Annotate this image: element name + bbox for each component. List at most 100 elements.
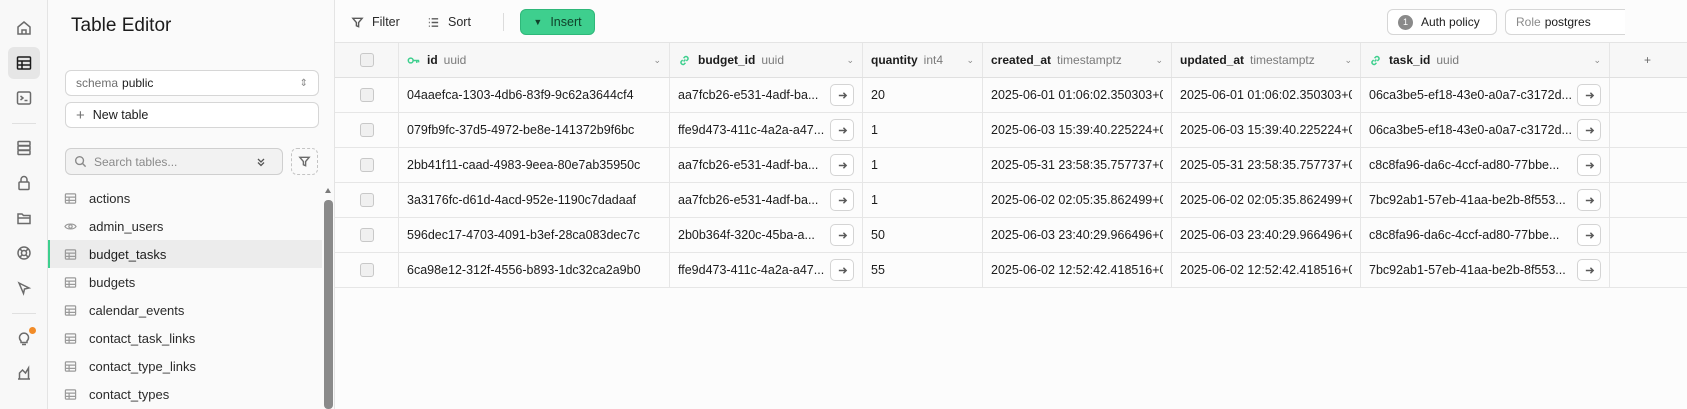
row-checkbox[interactable] <box>359 88 374 102</box>
column-header-id[interactable]: id uuid ⌄ <box>399 43 670 77</box>
advisors-icon[interactable] <box>8 322 40 354</box>
cell-task-id[interactable]: 06ca3be5-ef18-43e0-a0a7-c3172d... <box>1361 113 1610 147</box>
column-header-updated-at[interactable]: updated_at timestamptz ⌄ <box>1172 43 1361 77</box>
row-checkbox[interactable] <box>359 123 374 137</box>
cell-task-id[interactable]: 7bc92ab1-57eb-41aa-be2b-8f553... <box>1361 253 1610 287</box>
cell-id[interactable]: 3a3176fc-d61d-4acd-952e-1190c7dadaaf <box>399 183 670 217</box>
sort-button[interactable]: Sort <box>427 11 471 33</box>
cell-updated-at[interactable]: 2025-06-02 12:52:42.418516+00 <box>1172 253 1361 287</box>
foreign-key-link-button[interactable] <box>830 224 854 246</box>
foreign-key-link-button[interactable] <box>830 84 854 106</box>
cell-budget-id[interactable]: ffe9d473-411c-4a2a-a47... <box>670 253 863 287</box>
cell-budget-id[interactable]: aa7fcb26-e531-4adf-ba... <box>670 148 863 182</box>
cell-budget-id[interactable]: aa7fcb26-e531-4adf-ba... <box>670 78 863 112</box>
sidebar-table-item[interactable]: contact_type_links <box>48 352 322 380</box>
sidebar-table-item[interactable]: contact_types <box>48 380 322 408</box>
cell-id[interactable]: 596dec17-4703-4091-b3ef-28ca083dec7c <box>399 218 670 252</box>
sql-editor-icon[interactable] <box>8 82 40 114</box>
search-tables-input[interactable]: Search tables... <box>65 148 283 175</box>
table-row[interactable]: 04aaefca-1303-4db6-83f9-9c62a3644cf4 aa7f… <box>335 78 1687 113</box>
schema-select[interactable]: schema public ⇕ <box>65 70 319 96</box>
column-header-created-at[interactable]: created_at timestamptz ⌄ <box>983 43 1172 77</box>
sidebar-scrollbar[interactable] <box>324 184 333 409</box>
cell-budget-id[interactable]: ffe9d473-411c-4a2a-a47... <box>670 113 863 147</box>
sidebar-table-item[interactable]: admin_users <box>48 212 322 240</box>
insert-button[interactable]: ▼ Insert <box>520 9 595 35</box>
cell-updated-at[interactable]: 2025-06-01 01:06:02.350303+00 <box>1172 78 1361 112</box>
cell-created-at[interactable]: 2025-06-02 12:52:42.418516+00 <box>983 253 1172 287</box>
auth-icon[interactable] <box>8 167 40 199</box>
row-checkbox[interactable] <box>359 263 374 277</box>
sidebar-table-item[interactable]: budget_tasks <box>48 240 322 268</box>
realtime-icon[interactable] <box>8 237 40 269</box>
foreign-key-link-button[interactable] <box>1577 154 1601 176</box>
cell-updated-at[interactable]: 2025-06-03 15:39:40.225224+00 <box>1172 113 1361 147</box>
table-row[interactable]: 2bb41f11-caad-4983-9eea-80e7ab35950c aa7f… <box>335 148 1687 183</box>
auth-policy-button[interactable]: 1 Auth policy <box>1387 9 1497 35</box>
cell-quantity[interactable]: 1 <box>863 113 983 147</box>
foreign-key-link-button[interactable] <box>830 259 854 281</box>
table-row[interactable]: 6ca98e12-312f-4556-b893-1dc32ca2a9b0 ffe9… <box>335 253 1687 288</box>
cell-quantity[interactable]: 20 <box>863 78 983 112</box>
database-icon[interactable] <box>8 132 40 164</box>
chevron-down-icon[interactable]: ⌄ <box>1155 55 1163 66</box>
foreign-key-link-button[interactable] <box>830 119 854 141</box>
filter-tables-button[interactable] <box>291 148 318 175</box>
column-header-task-id[interactable]: task_id uuid ⌄ <box>1361 43 1610 77</box>
cell-task-id[interactable]: c8c8fa96-da6c-4ccf-ad80-77bbe... <box>1361 218 1610 252</box>
cell-updated-at[interactable]: 2025-06-02 02:05:35.862499+00 <box>1172 183 1361 217</box>
table-row[interactable]: 079fb9fc-37d5-4972-be8e-141372b9f6bc ffe9… <box>335 113 1687 148</box>
chevron-down-icon[interactable]: ⌄ <box>846 55 854 66</box>
role-select[interactable]: Role postgres <box>1505 9 1625 35</box>
chevron-down-icon[interactable]: ⌄ <box>966 55 974 66</box>
select-all-checkbox[interactable] <box>359 53 374 67</box>
cell-created-at[interactable]: 2025-06-02 02:05:35.862499+00 <box>983 183 1172 217</box>
cell-task-id[interactable]: c8c8fa96-da6c-4ccf-ad80-77bbe... <box>1361 148 1610 182</box>
chevron-down-icon[interactable]: ⌄ <box>1344 55 1352 66</box>
foreign-key-link-button[interactable] <box>1577 189 1601 211</box>
cell-quantity[interactable]: 55 <box>863 253 983 287</box>
scroll-up-arrow[interactable] <box>325 188 331 193</box>
sidebar-table-item[interactable]: budgets <box>48 268 322 296</box>
column-header-budget-id[interactable]: budget_id uuid ⌄ <box>670 43 863 77</box>
chevron-down-icon[interactable]: ⌄ <box>653 55 661 66</box>
foreign-key-link-button[interactable] <box>1577 119 1601 141</box>
cell-id[interactable]: 079fb9fc-37d5-4972-be8e-141372b9f6bc <box>399 113 670 147</box>
cell-task-id[interactable]: 06ca3be5-ef18-43e0-a0a7-c3172d... <box>1361 78 1610 112</box>
filter-button[interactable]: Filter <box>351 11 400 33</box>
foreign-key-link-button[interactable] <box>830 154 854 176</box>
foreign-key-link-button[interactable] <box>1577 224 1601 246</box>
table-row[interactable]: 596dec17-4703-4091-b3ef-28ca083dec7c 2b0b… <box>335 218 1687 253</box>
storage-icon[interactable] <box>8 202 40 234</box>
chevron-down-icon[interactable]: ⌄ <box>1593 55 1601 66</box>
cell-id[interactable]: 2bb41f11-caad-4983-9eea-80e7ab35950c <box>399 148 670 182</box>
sidebar-table-item[interactable]: actions <box>48 184 322 212</box>
cell-quantity[interactable]: 50 <box>863 218 983 252</box>
chevrons-down-icon[interactable] <box>255 156 267 168</box>
row-checkbox[interactable] <box>359 228 374 242</box>
cell-budget-id[interactable]: aa7fcb26-e531-4adf-ba... <box>670 183 863 217</box>
cell-id[interactable]: 04aaefca-1303-4db6-83f9-9c62a3644cf4 <box>399 78 670 112</box>
cell-quantity[interactable]: 1 <box>863 148 983 182</box>
cell-created-at[interactable]: 2025-05-31 23:58:35.757737+00 <box>983 148 1172 182</box>
cell-budget-id[interactable]: 2b0b364f-320c-45ba-a... <box>670 218 863 252</box>
cell-created-at[interactable]: 2025-06-03 23:40:29.966496+00 <box>983 218 1172 252</box>
home-icon[interactable] <box>8 12 40 44</box>
reports-icon[interactable] <box>8 357 40 389</box>
column-header-quantity[interactable]: quantity int4 ⌄ <box>863 43 983 77</box>
cell-updated-at[interactable]: 2025-05-31 23:58:35.757737+00 <box>1172 148 1361 182</box>
row-checkbox[interactable] <box>359 193 374 207</box>
foreign-key-link-button[interactable] <box>1577 259 1601 281</box>
cell-task-id[interactable]: 7bc92ab1-57eb-41aa-be2b-8f553... <box>1361 183 1610 217</box>
table-row[interactable]: 3a3176fc-d61d-4acd-952e-1190c7dadaaf aa7f… <box>335 183 1687 218</box>
foreign-key-link-button[interactable] <box>1577 84 1601 106</box>
edge-functions-icon[interactable] <box>8 272 40 304</box>
scrollbar-thumb[interactable] <box>324 200 333 409</box>
cell-id[interactable]: 6ca98e12-312f-4556-b893-1dc32ca2a9b0 <box>399 253 670 287</box>
cell-created-at[interactable]: 2025-06-03 15:39:40.225224+00 <box>983 113 1172 147</box>
row-checkbox[interactable] <box>359 158 374 172</box>
sidebar-table-item[interactable]: calendar_events <box>48 296 322 324</box>
new-table-button[interactable]: + New table <box>65 102 319 128</box>
sidebar-table-item[interactable]: contact_task_links <box>48 324 322 352</box>
table-editor-icon[interactable] <box>7 47 40 79</box>
